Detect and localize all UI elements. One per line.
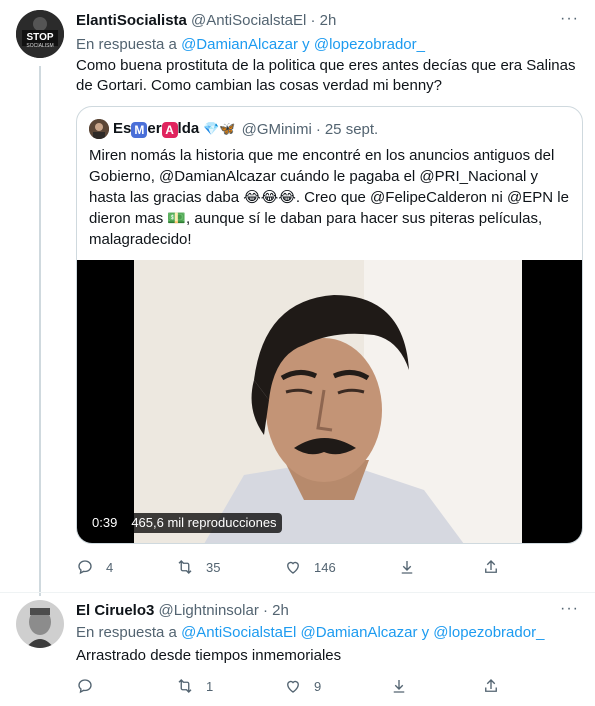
video-duration: 0:39 bbox=[87, 513, 123, 533]
reply-to-link[interactable]: @AntiSocialstaEl @DamianAlcazar y @lopez… bbox=[181, 624, 544, 641]
more-icon[interactable]: ··· bbox=[560, 600, 579, 618]
download-button[interactable] bbox=[398, 558, 416, 576]
timestamp[interactable]: 2h bbox=[272, 602, 289, 619]
handle[interactable]: @Lightninsolar bbox=[159, 602, 259, 619]
separator-dot: · bbox=[310, 12, 316, 29]
separator-dot: · bbox=[263, 602, 268, 619]
quoted-text: Miren nomás la historia que me encontré … bbox=[89, 147, 569, 248]
quoted-avatar[interactable] bbox=[89, 119, 109, 139]
download-button[interactable] bbox=[390, 677, 408, 695]
download-icon bbox=[401, 561, 413, 574]
quoted-tweet[interactable]: Es Mer Alda 💎🦋 @GMinimi · 25 sept. Miren n… bbox=[76, 106, 583, 544]
like-button[interactable]: 146 bbox=[284, 558, 336, 576]
quoted-display-name[interactable]: Es Mer Alda bbox=[113, 120, 199, 138]
retweet-button[interactable]: 1 bbox=[176, 677, 213, 695]
download-icon bbox=[393, 680, 405, 693]
avatar[interactable]: STOP SOCIALISM bbox=[16, 10, 64, 58]
like-count: 9 bbox=[314, 678, 322, 694]
share-icon bbox=[485, 679, 497, 692]
reply-to-link[interactable]: @DamianAlcazar y @lopezobrador_ bbox=[181, 36, 425, 53]
like-icon bbox=[287, 561, 299, 574]
quoted-timestamp[interactable]: 25 sept. bbox=[325, 121, 378, 138]
timestamp[interactable]: 2h bbox=[320, 12, 337, 29]
video-frame bbox=[134, 260, 522, 543]
reply-count: 4 bbox=[106, 559, 114, 575]
video-views: 465,6 mil reproducciones bbox=[126, 513, 282, 533]
tweet-actions: 4 35 146 bbox=[76, 558, 506, 578]
share-button[interactable] bbox=[482, 558, 500, 576]
tweet-text: Arrastrado desde tiempos inmemoriales bbox=[76, 647, 342, 664]
tweet-actions: 1 9 bbox=[76, 677, 506, 697]
reply-button[interactable] bbox=[76, 677, 106, 695]
retweet-icon bbox=[178, 560, 192, 574]
reply-button[interactable]: 4 bbox=[76, 558, 113, 576]
share-button[interactable] bbox=[482, 677, 500, 695]
retweet-count: 35 bbox=[206, 559, 221, 575]
reply-context: En respuesta a @DamianAlcazar y @lopezob… bbox=[76, 36, 425, 53]
like-icon bbox=[287, 680, 299, 693]
separator-dot: · bbox=[315, 120, 321, 138]
tweet-header: ElantiSocialista @AntiSocialstaEl · 2h bbox=[76, 12, 336, 29]
more-icon[interactable]: ··· bbox=[560, 10, 579, 28]
reply-context: En respuesta a @AntiSocialstaEl @DamianA… bbox=[76, 624, 544, 641]
quoted-handle[interactable]: @GMinimi bbox=[242, 121, 312, 138]
reply-icon bbox=[78, 560, 92, 575]
reply-prefix: En respuesta a bbox=[76, 624, 177, 641]
tweet-1[interactable]: STOP SOCIALISM ElantiSocialista @AntiSoc… bbox=[0, 0, 595, 590]
svg-text:STOP: STOP bbox=[26, 32, 53, 43]
video-player[interactable]: 0:39 465,6 mil reproducciones bbox=[77, 260, 582, 543]
share-icon bbox=[485, 560, 497, 573]
retweet-button[interactable]: 35 bbox=[176, 558, 220, 576]
tweet-header: El Ciruelo3 @Lightninsolar · 2h bbox=[76, 602, 289, 619]
display-name[interactable]: ElantiSocialista bbox=[76, 12, 187, 29]
avatar[interactable] bbox=[16, 600, 64, 648]
like-count: 146 bbox=[314, 559, 336, 575]
tweet-2[interactable]: El Ciruelo3 @Lightninsolar · 2h ··· En r… bbox=[0, 593, 595, 706]
retweet-icon bbox=[178, 679, 192, 693]
display-name[interactable]: El Ciruelo3 bbox=[76, 602, 154, 619]
svg-text:SOCIALISM: SOCIALISM bbox=[26, 43, 53, 49]
handle[interactable]: @AntiSocialstaEl bbox=[191, 12, 306, 29]
quoted-tweet-header: Es Mer Alda 💎🦋 @GMinimi · 25 sept. bbox=[89, 119, 378, 139]
reply-prefix: En respuesta a bbox=[76, 36, 177, 53]
reply-icon bbox=[78, 679, 92, 694]
like-button[interactable]: 9 bbox=[284, 677, 321, 695]
retweet-count: 1 bbox=[206, 678, 214, 694]
tweet-text: Como buena prostituta de la politica que… bbox=[76, 57, 576, 94]
video-badge: 0:39 465,6 mil reproducciones bbox=[87, 513, 286, 533]
name-emojis: 💎🦋 bbox=[203, 121, 236, 136]
